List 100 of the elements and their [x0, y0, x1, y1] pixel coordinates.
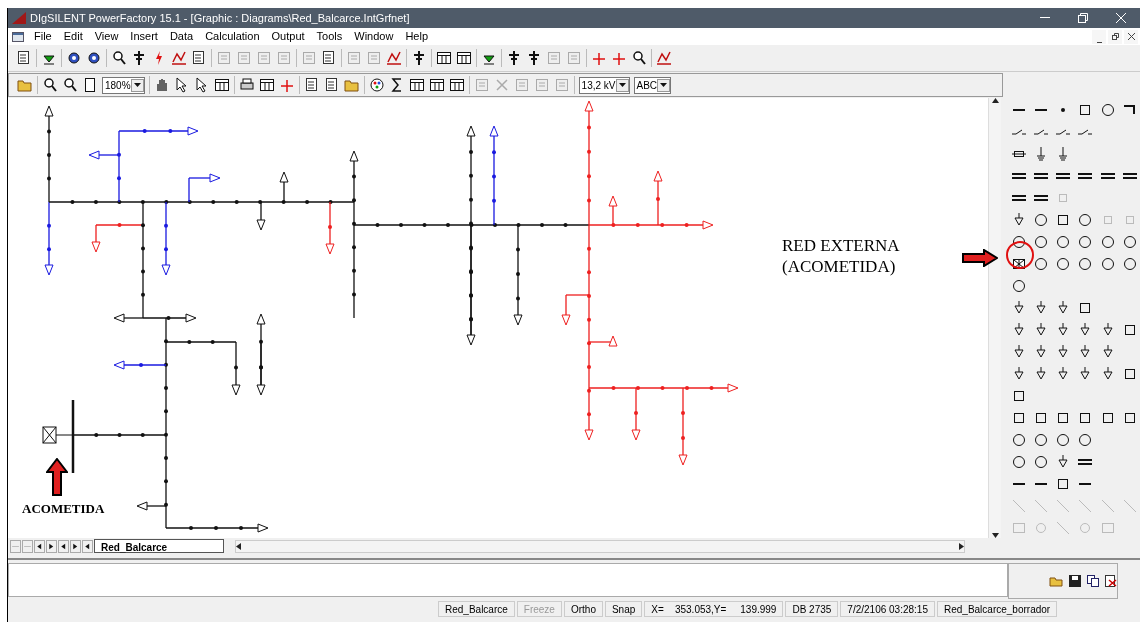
- status-field: 7/2/2106 03:28:15: [840, 601, 935, 617]
- circle-symbol-icon[interactable]: [1033, 256, 1050, 272]
- app-logo-icon: [12, 12, 26, 24]
- menu-item[interactable]: File: [28, 28, 58, 45]
- phase-dropdown[interactable]: ABC: [633, 76, 672, 94]
- circle-symbol-icon[interactable]: [1033, 454, 1050, 470]
- circle-symbol-icon[interactable]: [1099, 256, 1116, 272]
- menu-item[interactable]: Help: [399, 28, 434, 45]
- circle-symbol-icon[interactable]: [1011, 278, 1027, 294]
- zoom-back-icon[interactable]: [62, 77, 78, 93]
- caret-icon: [133, 83, 141, 87]
- circle-symbol-icon[interactable]: [1033, 234, 1050, 250]
- table-icon[interactable]: [436, 50, 452, 66]
- element-symbol-icon[interactable]: [1011, 300, 1027, 316]
- circle-symbol-icon[interactable]: [1033, 212, 1050, 228]
- plus-icon[interactable]: [591, 50, 607, 66]
- symbol-icon[interactable]: [131, 50, 147, 66]
- box-symbol-icon[interactable]: [1011, 388, 1027, 404]
- minimize-button[interactable]: [1092, 29, 1106, 44]
- table-icon[interactable]: [428, 77, 445, 93]
- menu-item[interactable]: Window: [348, 28, 400, 45]
- status-field: Ortho: [563, 601, 603, 617]
- table-icon[interactable]: [408, 77, 425, 93]
- table-icon[interactable]: [448, 77, 465, 93]
- horizontal-scrollbar[interactable]: [235, 539, 965, 553]
- circle-symbol-icon[interactable]: [1099, 234, 1116, 250]
- circle-symbol-icon[interactable]: [1121, 234, 1138, 250]
- restore-icon: [1078, 13, 1088, 23]
- circle-symbol-icon[interactable]: [1121, 256, 1138, 272]
- menu-item[interactable]: Tools: [310, 28, 349, 45]
- element-symbol-icon[interactable]: [1011, 322, 1027, 338]
- menu-item[interactable]: Edit: [57, 28, 89, 45]
- circle-symbol-icon[interactable]: [1077, 234, 1094, 250]
- new-document-icon[interactable]: [303, 77, 320, 93]
- circle-symbol-icon[interactable]: [1011, 234, 1027, 250]
- element-symbol-icon[interactable]: [1011, 366, 1027, 382]
- menu-item[interactable]: Insert: [124, 28, 164, 45]
- minimize-icon: [1096, 40, 1102, 44]
- close-button[interactable]: [1124, 29, 1138, 44]
- circle-symbol-icon[interactable]: [1099, 102, 1116, 118]
- document-icon: [12, 31, 24, 42]
- open-folder-icon[interactable]: [343, 77, 360, 93]
- highlight-circle: [1005, 240, 1035, 270]
- page-icon[interactable]: [82, 77, 98, 93]
- sheet-tab[interactable]: Red_Balcarce: [94, 539, 224, 553]
- zoom-dropdown[interactable]: 180%: [102, 76, 145, 94]
- scroll-down-icon: [991, 533, 999, 538]
- clear-icon[interactable]: [1105, 575, 1117, 587]
- external-grid-icon[interactable]: [1011, 256, 1027, 272]
- close-icon: [1116, 13, 1126, 23]
- status-field: X= 353.053,Y= 139.999: [644, 601, 784, 617]
- box-symbol-icon[interactable]: [1011, 410, 1027, 426]
- close-icon: [1127, 33, 1135, 40]
- element-symbol-icon[interactable]: [1011, 344, 1027, 360]
- voltage-dropdown[interactable]: 13,2 kV: [578, 76, 630, 94]
- document-icon[interactable]: [191, 50, 207, 66]
- external-grid-label: RED EXTERNA (ACOMETIDA): [782, 235, 900, 277]
- new-project-icon[interactable]: [16, 50, 32, 66]
- circle-symbol-icon[interactable]: [1011, 454, 1027, 470]
- menu-item[interactable]: Data: [163, 28, 200, 45]
- caret-icon: [660, 83, 668, 87]
- caret-icon: [618, 83, 626, 87]
- menu-item[interactable]: Output: [265, 28, 311, 45]
- circle-symbol-icon[interactable]: [1055, 234, 1072, 250]
- window-title: DIgSILENT PowerFactory 15.1 - [Graphic : Diagrams\Red_Balcarce.IntGrfnet]: [30, 10, 410, 26]
- restore-icon: [1111, 33, 1119, 40]
- circle-symbol-icon[interactable]: [1011, 432, 1027, 448]
- menu-item[interactable]: View: [88, 28, 125, 45]
- circle-symbol-icon[interactable]: [1033, 432, 1050, 448]
- table-icon[interactable]: [456, 50, 472, 66]
- minimize-icon: [1040, 17, 1050, 19]
- menu-item[interactable]: Calculation: [199, 28, 266, 45]
- scroll-left-icon: [236, 542, 241, 550]
- up-arrow-icon: [46, 458, 68, 496]
- open-folder-icon[interactable]: [1049, 575, 1063, 587]
- status-field: Snap: [604, 601, 643, 617]
- acometida-label: ACOMETIDA: [22, 500, 105, 518]
- element-symbol-icon[interactable]: [1011, 212, 1027, 228]
- status-field: Red_Balcarce: [438, 601, 515, 617]
- status-field: DB 2735: [785, 601, 839, 617]
- restore-button[interactable]: [1108, 29, 1122, 44]
- vertical-scrollbar[interactable]: [988, 98, 1001, 538]
- table-icon[interactable]: [213, 77, 230, 93]
- circle-symbol-icon[interactable]: [1055, 432, 1072, 448]
- scroll-up-icon: [991, 98, 999, 103]
- status-field: Freeze: [516, 601, 562, 617]
- status-field: Red_Balcarce_borrador: [937, 601, 1058, 617]
- zoom-icon[interactable]: [42, 77, 58, 93]
- table-icon[interactable]: [258, 77, 275, 93]
- circle-symbol-icon[interactable]: [1077, 212, 1094, 228]
- document-icon[interactable]: [323, 77, 340, 93]
- palette-icon[interactable]: [368, 77, 385, 93]
- pointer-arrow-icon: [962, 249, 998, 267]
- scroll-right-icon: [959, 542, 964, 550]
- circle-symbol-icon[interactable]: [1055, 256, 1072, 272]
- print-icon[interactable]: [238, 77, 255, 93]
- magnifier-icon[interactable]: [631, 50, 647, 66]
- circle-symbol-icon[interactable]: [1077, 432, 1094, 448]
- inspect-icon[interactable]: [111, 50, 127, 66]
- circle-symbol-icon[interactable]: [1077, 256, 1094, 272]
